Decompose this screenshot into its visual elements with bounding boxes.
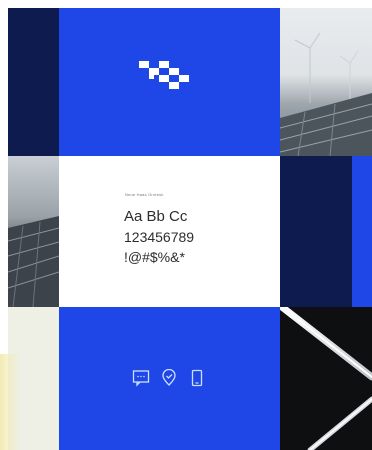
mobile-phone-icon — [191, 369, 203, 387]
light-tube-illustration — [280, 307, 372, 450]
chat-icon — [132, 370, 150, 387]
logo-tile — [59, 8, 280, 156]
typeface-name: Neue Haas Grotesk — [125, 192, 164, 197]
specimen-numbers: 123456789 — [124, 229, 195, 245]
solar-panels-photo — [8, 156, 59, 307]
navy-blue-stripe-tile — [280, 156, 372, 307]
navy-color-tile — [8, 8, 59, 156]
specimen-letters: Aa Bb Cc — [124, 208, 188, 225]
solar-panels-illustration — [8, 216, 59, 307]
icon-set-tile — [59, 307, 280, 450]
location-pin-icon — [162, 369, 176, 386]
blue-stripe — [352, 156, 372, 307]
brand-moodboard: Neue Haas Grotesk Aa Bb Cc 123456789 !@#… — [0, 0, 372, 450]
specimen-symbols: !@#$%&* — [124, 249, 185, 265]
yellow-accent-strip — [0, 354, 20, 450]
pixel-logo-icon — [139, 61, 189, 89]
icon-row — [132, 369, 222, 387]
typography-specimen: Neue Haas Grotesk Aa Bb Cc 123456789 !@#… — [59, 156, 280, 307]
wind-turbines-photo — [280, 8, 372, 156]
light-tube-photo — [280, 307, 372, 450]
wind-turbine-solar-illustration — [280, 32, 372, 156]
